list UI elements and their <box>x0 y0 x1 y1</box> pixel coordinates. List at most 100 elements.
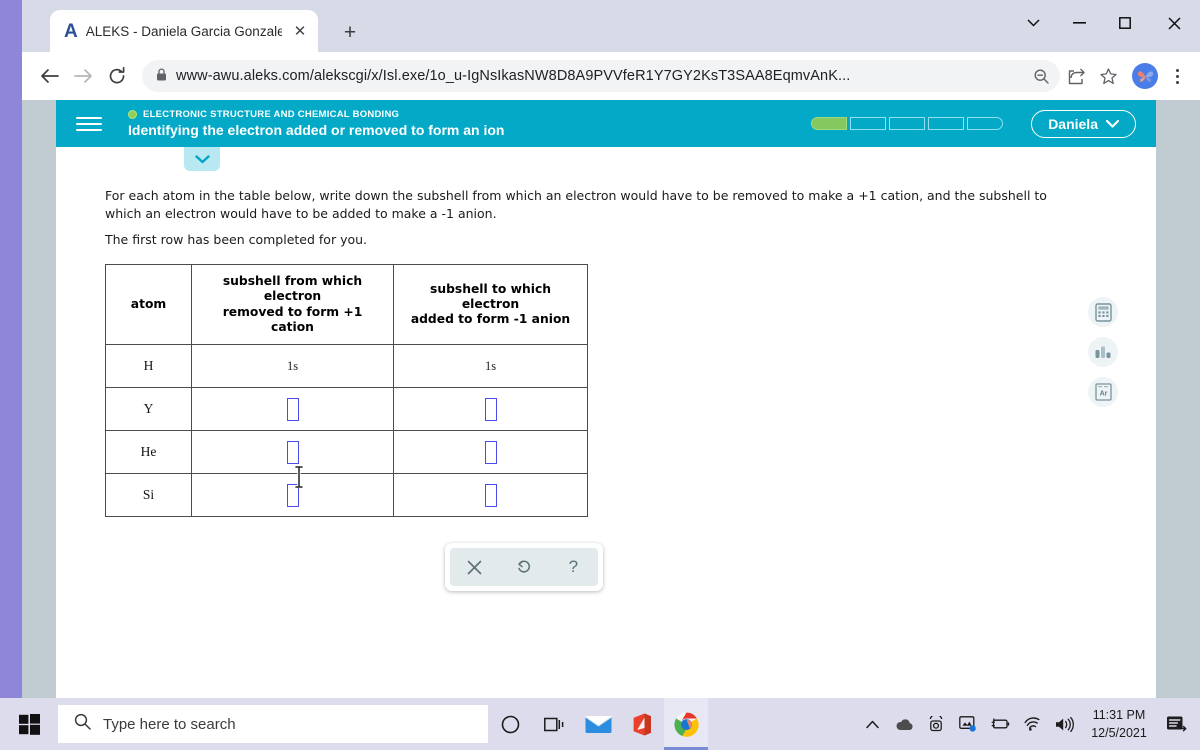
close-icon <box>467 560 482 574</box>
header-cation-charge: +1 <box>343 304 363 319</box>
header-anion-line2a: added to form <box>410 312 514 327</box>
cation-answer-cell[interactable] <box>191 387 394 432</box>
action-center-icon[interactable] <box>1158 698 1194 750</box>
header-anion-charge: -1 <box>513 312 528 327</box>
display-settings-icon[interactable] <box>952 698 984 750</box>
cortana-icon[interactable] <box>488 698 532 750</box>
table-row: H 1s 1s <box>105 344 588 389</box>
share-icon[interactable] <box>1060 60 1092 92</box>
calculator-icon[interactable] <box>1088 297 1118 327</box>
aleks-page: ELECTRONIC STRUCTURE AND CHEMICAL BONDIN… <box>56 100 1156 698</box>
clock-date: 12/5/2021 <box>1091 726 1147 740</box>
browser-menu-icon[interactable] <box>1164 61 1190 91</box>
back-icon[interactable] <box>32 59 66 93</box>
header-atom: atom <box>105 263 192 346</box>
page-viewport: ELECTRONIC STRUCTURE AND CHEMICAL BONDIN… <box>22 100 1200 698</box>
browser-toolbar: www-awu.aleks.com/alekscgi/x/Isl.exe/1o_… <box>22 52 1200 100</box>
anion-input-box[interactable] <box>484 483 497 507</box>
question-note: The first row has been completed for you… <box>105 232 368 247</box>
menu-hamburger-icon[interactable] <box>76 109 106 139</box>
question-prompt: For each atom in the table below, write … <box>105 187 1075 223</box>
address-bar-url: www-awu.aleks.com/alekscgi/x/Isl.exe/1o_… <box>176 68 851 84</box>
periodic-table-icon[interactable]: Ar <box>1088 377 1118 407</box>
progress-segment-2 <box>850 117 887 130</box>
anion-input-box[interactable] <box>484 440 497 464</box>
objective-title: ELECTRONIC STRUCTURE AND CHEMICAL BONDIN… <box>143 109 400 120</box>
cation-input-box[interactable] <box>286 397 299 421</box>
clear-answer-button[interactable] <box>458 552 492 582</box>
close-tab-icon[interactable]: ✕ <box>290 21 310 41</box>
windows-taskbar: Type here to search 11:31 PM 12/5/2021 <box>0 698 1200 750</box>
anion-answer-filled: 1s <box>393 344 588 389</box>
bookmark-star-icon[interactable] <box>1092 60 1124 92</box>
cation-input-box[interactable] <box>286 483 299 507</box>
browser-tab-aleks[interactable]: A ALEKS - Daniela Garcia Gonzalez ✕ <box>50 10 318 52</box>
taskbar-clock[interactable]: 11:31 PM 12/5/2021 <box>1080 706 1158 742</box>
undo-button[interactable] <box>507 552 541 582</box>
header-anion-line2c: anion <box>527 312 571 327</box>
forward-icon[interactable] <box>66 59 100 93</box>
collapse-header-button[interactable] <box>184 147 220 171</box>
anion-answer-cell[interactable] <box>393 473 588 518</box>
lesson-title: Identifying the electron added or remove… <box>128 122 505 138</box>
taskbar-search-input[interactable]: Type here to search <box>58 705 488 743</box>
desktop-background: A ALEKS - Daniela Garcia Gonzalez ✕ + ww… <box>0 0 1200 750</box>
tool-rail: Ar <box>1088 297 1118 407</box>
cation-answer-filled: 1s <box>191 344 394 389</box>
aleks-favicon: A <box>64 20 78 42</box>
objective-status-dot <box>128 110 137 119</box>
help-button[interactable]: ? <box>556 552 590 582</box>
user-menu-button[interactable]: Daniela <box>1031 109 1136 138</box>
mail-icon[interactable] <box>576 698 620 750</box>
progress-segment-3 <box>889 117 926 130</box>
subshell-answer-table: atom subshell from which electron remove… <box>105 263 588 518</box>
office-icon[interactable] <box>620 698 664 750</box>
browser-tabstrip: A ALEKS - Daniela Garcia Gonzalez ✕ + <box>22 0 1200 52</box>
site-lock-icon <box>156 68 167 84</box>
window-collapse-icon[interactable] <box>1010 0 1056 46</box>
clock-time: 11:31 PM <box>1092 707 1146 722</box>
header-cation: subshell from which electron removed to … <box>191 263 394 346</box>
atom-symbol: Si <box>105 473 192 518</box>
battery-icon[interactable] <box>984 698 1016 750</box>
wifi-icon[interactable] <box>1016 698 1048 750</box>
cation-input-box[interactable] <box>286 440 299 464</box>
atom-symbol: He <box>105 430 192 475</box>
show-hidden-icons-chevron[interactable] <box>856 698 888 750</box>
onedrive-cloud-icon[interactable] <box>888 698 920 750</box>
anion-input-box[interactable] <box>484 397 497 421</box>
question-prompt-line2: electron would have to be added to make … <box>164 206 497 222</box>
address-bar[interactable]: www-awu.aleks.com/alekscgi/x/Isl.exe/1o_… <box>142 60 1060 92</box>
volume-icon[interactable] <box>1048 698 1080 750</box>
window-close-icon[interactable] <box>1148 0 1200 46</box>
progress-segment-4 <box>928 117 965 130</box>
new-tab-button[interactable]: + <box>337 20 363 46</box>
header-anion-line1: subshell to which electron <box>430 281 551 312</box>
reload-icon[interactable] <box>100 59 134 93</box>
profile-avatar[interactable] <box>1132 63 1158 89</box>
atom-symbol: H <box>105 344 192 389</box>
cation-answer-cell[interactable] <box>191 473 394 518</box>
aleks-header-bar: ELECTRONIC STRUCTURE AND CHEMICAL BONDIN… <box>56 100 1156 147</box>
table-row: Si <box>105 473 588 518</box>
table-row: Y <box>105 387 588 432</box>
user-name-label: Daniela <box>1048 115 1098 132</box>
anion-answer-cell[interactable] <box>393 430 588 475</box>
camera-privacy-icon[interactable] <box>920 698 952 750</box>
svg-text:Ar: Ar <box>1099 391 1107 398</box>
window-maximize-icon[interactable] <box>1102 0 1148 46</box>
anion-answer-cell[interactable] <box>393 387 588 432</box>
header-cation-line1: subshell from which electron <box>222 274 363 304</box>
windows-start-icon[interactable] <box>0 698 58 750</box>
system-tray: 11:31 PM 12/5/2021 <box>856 698 1200 750</box>
zoom-out-icon[interactable] <box>1026 61 1056 91</box>
window-minimize-icon[interactable] <box>1056 0 1102 46</box>
task-view-icon[interactable] <box>532 698 576 750</box>
undo-arrow-icon <box>518 560 530 573</box>
chrome-icon[interactable] <box>664 698 708 750</box>
cation-answer-cell[interactable] <box>191 430 394 475</box>
header-cation-line2c: cation <box>271 320 314 335</box>
aleks-header-text: ELECTRONIC STRUCTURE AND CHEMICAL BONDIN… <box>128 109 811 138</box>
atom-symbol: Y <box>105 387 192 432</box>
data-chart-icon[interactable] <box>1088 337 1118 367</box>
